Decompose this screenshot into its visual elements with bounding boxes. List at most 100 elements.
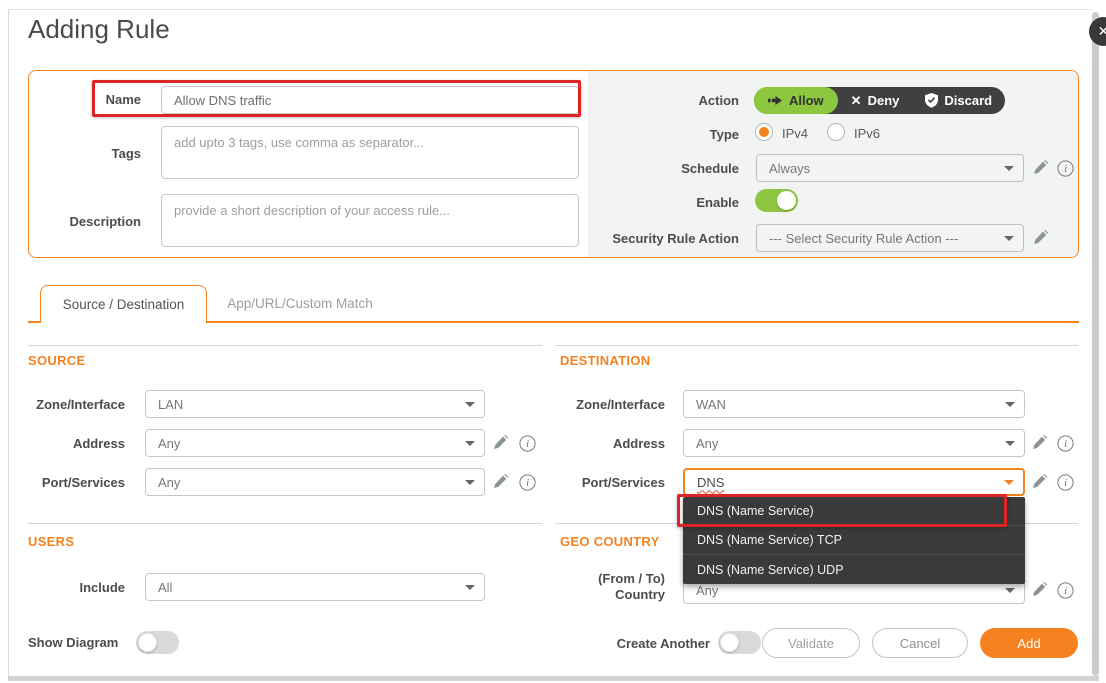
source-zone-select[interactable]: LAN: [145, 390, 485, 418]
dialog-top-border: [8, 9, 1092, 10]
action-allow-label: Allow: [789, 93, 824, 108]
menu-item-dns[interactable]: DNS (Name Service): [683, 497, 1025, 526]
source-port-value: Any: [158, 475, 180, 490]
source-address-select[interactable]: Any: [145, 429, 485, 457]
destination-address-info-icon[interactable]: i: [1056, 434, 1074, 452]
action-deny-button[interactable]: ✕ Deny: [838, 93, 913, 109]
tab-source-destination[interactable]: Source / Destination: [40, 285, 207, 323]
name-label: Name: [41, 92, 141, 107]
enable-label: Enable: [559, 195, 739, 210]
vertical-scrollbar[interactable]: [1092, 12, 1099, 676]
adding-rule-dialog: ✕ Adding Rule Name Tags Description Acti…: [0, 0, 1106, 683]
ipv4-radio-label: IPv4: [782, 126, 808, 141]
source-divider: [28, 345, 542, 346]
users-include-select[interactable]: All: [145, 573, 485, 601]
destination-zone-value: WAN: [696, 397, 726, 412]
destination-port-label: Port/Services: [525, 475, 665, 490]
cancel-button[interactable]: Cancel: [872, 628, 968, 658]
action-deny-label: Deny: [868, 93, 900, 108]
schedule-select[interactable]: Always: [756, 154, 1024, 182]
source-zone-label: Zone/Interface: [5, 397, 125, 412]
destination-port-combobox[interactable]: DNS: [683, 468, 1025, 496]
validate-button-label: Validate: [788, 636, 834, 651]
geo-country-label-line1: (From / To): [525, 571, 665, 586]
add-button[interactable]: Add: [980, 628, 1078, 658]
toggle-knob: [720, 633, 739, 652]
action-allow-button[interactable]: Allow: [754, 87, 838, 114]
deny-x-icon: ✕: [851, 93, 862, 109]
destination-port-info-icon[interactable]: i: [1056, 473, 1074, 491]
users-include-value: All: [158, 580, 172, 595]
create-another-label: Create Another: [560, 636, 710, 651]
tab-app-url-custom-match[interactable]: App/URL/Custom Match: [207, 285, 393, 322]
show-diagram-toggle[interactable]: [136, 631, 179, 654]
chevron-down-icon: [1005, 402, 1015, 407]
action-discard-label: Discard: [944, 93, 992, 108]
source-address-edit-icon[interactable]: [492, 434, 510, 452]
dialog-bottom-edge: [8, 676, 1099, 681]
enable-toggle[interactable]: [755, 189, 798, 212]
source-port-label: Port/Services: [5, 475, 125, 490]
users-include-label: Include: [5, 580, 125, 595]
ipv6-radio-label: IPv6: [854, 126, 880, 141]
tags-label: Tags: [41, 146, 141, 161]
source-address-label: Address: [5, 436, 125, 451]
chevron-down-icon: [1004, 166, 1014, 171]
svg-text:i: i: [1064, 586, 1067, 597]
source-zone-value: LAN: [158, 397, 183, 412]
geo-country-info-icon[interactable]: i: [1056, 581, 1074, 599]
security-rule-action-select[interactable]: --- Select Security Rule Action ---: [756, 224, 1024, 252]
close-icon: ✕: [1098, 23, 1106, 40]
chevron-down-icon: [1005, 588, 1015, 593]
destination-address-value: Any: [696, 436, 718, 451]
chevron-down-icon: [465, 480, 475, 485]
schedule-edit-icon[interactable]: [1032, 159, 1050, 177]
destination-port-edit-icon[interactable]: [1031, 473, 1049, 491]
svg-text:i: i: [1064, 164, 1067, 175]
schedule-label: Schedule: [559, 161, 739, 176]
create-another-toggle[interactable]: [718, 631, 761, 654]
destination-address-edit-icon[interactable]: [1031, 434, 1049, 452]
menu-item-dns-udp[interactable]: DNS (Name Service) UDP: [683, 555, 1025, 584]
toggle-knob: [777, 191, 796, 210]
chevron-down-icon: [1004, 480, 1014, 485]
ipv6-radio[interactable]: [827, 123, 845, 141]
chevron-down-icon: [1004, 236, 1014, 241]
menu-item-label: DNS (Name Service): [697, 504, 814, 518]
show-diagram-label: Show Diagram: [28, 635, 138, 650]
source-address-value: Any: [158, 436, 180, 451]
action-discard-button[interactable]: Discard: [912, 93, 1005, 108]
source-port-edit-icon[interactable]: [492, 473, 510, 491]
chevron-down-icon: [1005, 441, 1015, 446]
schedule-value: Always: [769, 161, 810, 176]
ipv4-radio[interactable]: [755, 123, 773, 141]
destination-heading: DESTINATION: [560, 353, 650, 368]
name-input[interactable]: [161, 86, 579, 114]
geo-country-label-line2: Country: [525, 587, 665, 602]
geo-heading: GEO COUNTRY: [560, 534, 660, 549]
destination-address-label: Address: [525, 436, 665, 451]
users-heading: USERS: [28, 534, 74, 549]
destination-divider: [555, 345, 1078, 346]
cancel-button-label: Cancel: [900, 636, 940, 651]
dialog-left-border: [8, 9, 9, 676]
chevron-down-icon: [465, 585, 475, 590]
schedule-info-icon[interactable]: i: [1056, 159, 1074, 177]
destination-zone-select[interactable]: WAN: [683, 390, 1025, 418]
description-label: Description: [41, 214, 141, 229]
users-divider: [28, 523, 542, 524]
destination-address-select[interactable]: Any: [683, 429, 1025, 457]
page-title: Adding Rule: [28, 14, 170, 45]
description-input[interactable]: [161, 194, 579, 247]
svg-text:i: i: [1064, 478, 1067, 489]
toggle-knob: [138, 633, 157, 652]
source-heading: SOURCE: [28, 353, 85, 368]
menu-item-dns-tcp[interactable]: DNS (Name Service) TCP: [683, 526, 1025, 555]
rule-general-panel: Name Tags Description Action Allow ✕ Den…: [28, 70, 1079, 258]
security-rule-action-edit-icon[interactable]: [1032, 229, 1050, 247]
geo-country-edit-icon[interactable]: [1031, 581, 1049, 599]
discard-shield-icon: [925, 93, 938, 108]
validate-button[interactable]: Validate: [762, 628, 860, 658]
source-port-select[interactable]: Any: [145, 468, 485, 496]
tags-input[interactable]: [161, 126, 579, 179]
